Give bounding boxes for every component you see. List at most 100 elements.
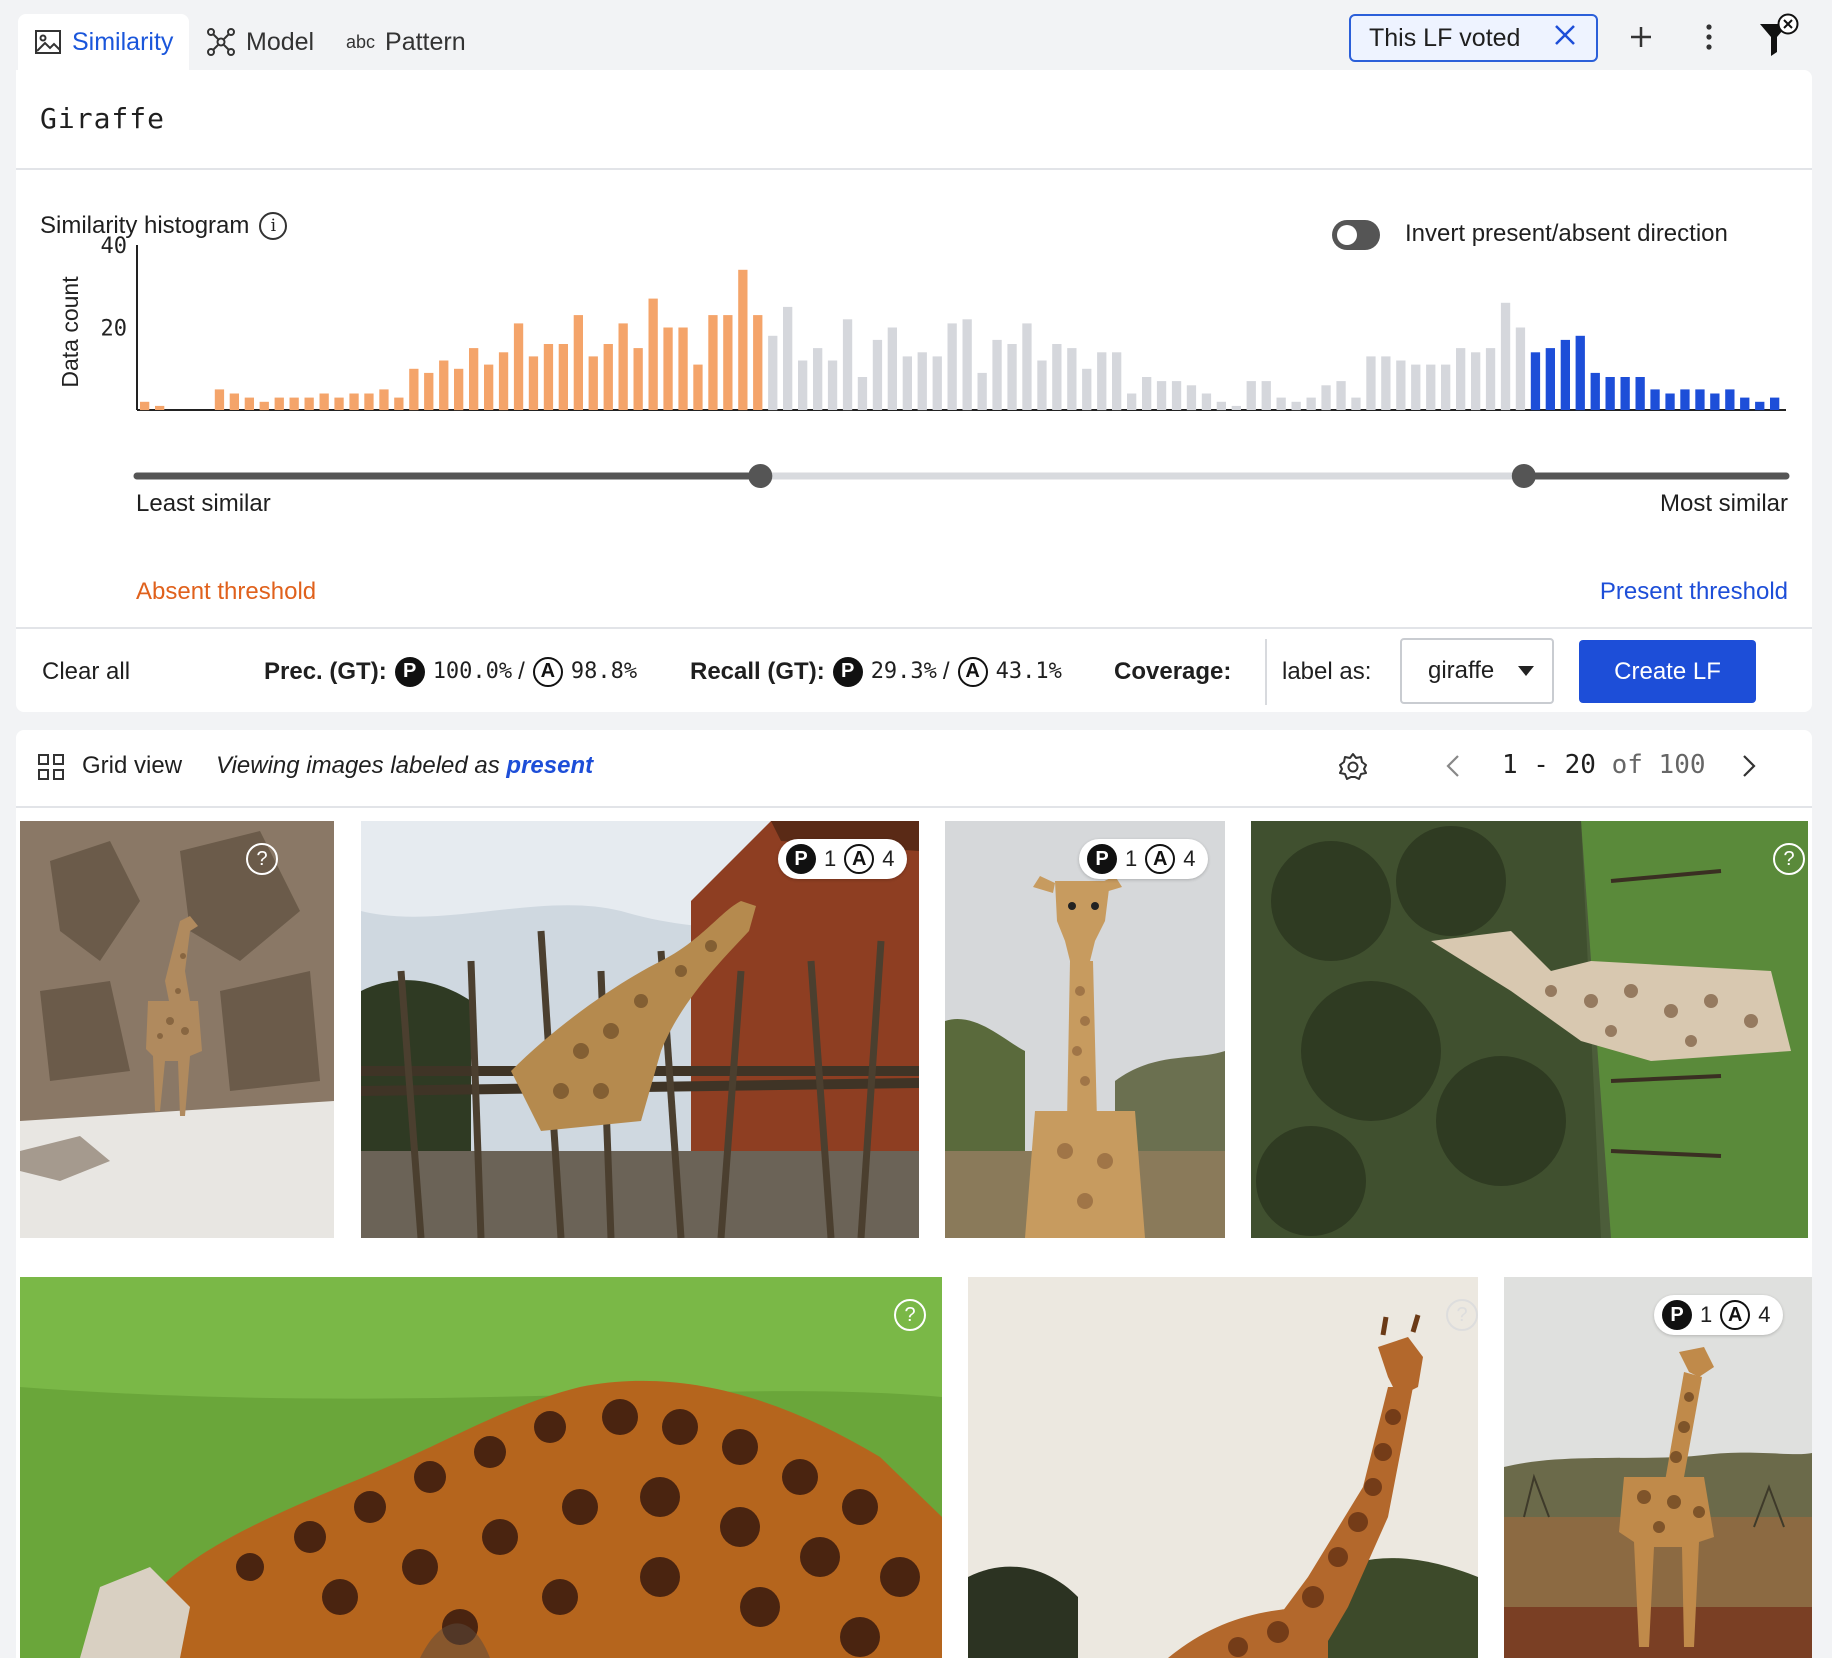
image-tile[interactable]: ? — [968, 1277, 1478, 1658]
histogram-bar — [513, 323, 524, 410]
histogram-bar — [1231, 405, 1241, 410]
histogram-bar — [1725, 389, 1735, 410]
histogram-bar — [1127, 393, 1137, 410]
histogram-bar — [454, 368, 464, 411]
absent-badge-icon: A — [1720, 1300, 1751, 1330]
image-tile[interactable]: P 1 A 4 — [945, 821, 1225, 1238]
histogram-bar — [827, 360, 838, 410]
viewing-status: Viewing images labeled as present — [216, 752, 593, 780]
histogram-bar — [259, 401, 269, 411]
histogram-bar — [498, 352, 509, 411]
image-tile[interactable]: ? — [1251, 821, 1808, 1238]
absent-badge-icon: A — [1145, 844, 1176, 874]
filter-chip-label: This LF voted — [1369, 23, 1521, 52]
label-as-text: label as: — [1282, 629, 1371, 714]
histogram-bar — [1605, 377, 1615, 410]
pager-range: 1 - 20 — [1502, 750, 1596, 780]
present-threshold-handle[interactable] — [1511, 464, 1536, 488]
histogram-bar — [214, 389, 225, 410]
histogram-bar — [1620, 377, 1630, 410]
histogram-bar — [304, 397, 314, 410]
add-icon[interactable] — [1626, 22, 1656, 52]
histogram-bar — [1530, 352, 1541, 411]
giraffe-barn-fence-image — [361, 821, 919, 1238]
histogram-bar — [1381, 356, 1391, 410]
histogram-bar — [917, 352, 927, 411]
absent-badge-icon: A — [957, 656, 988, 687]
histogram-bar — [528, 356, 539, 410]
chevron-right-icon[interactable] — [1742, 754, 1756, 778]
histogram-bar — [469, 348, 479, 410]
image-tile[interactable]: P 1 A 4 — [361, 821, 919, 1238]
histogram-bar — [947, 323, 957, 410]
tab-pattern[interactable]: abc Pattern — [330, 14, 482, 70]
help-circle-icon[interactable]: ? — [1446, 1299, 1478, 1331]
clear-all-button[interactable]: Clear all — [42, 629, 130, 714]
grid-card: Grid view Viewing images labeled as pres… — [16, 730, 1812, 1658]
absent-threshold-handle[interactable] — [748, 464, 773, 488]
histogram-bar — [244, 397, 254, 410]
histogram-bar — [1710, 393, 1720, 410]
absent-vote-count: 4 — [1183, 846, 1196, 871]
histogram-bar — [1276, 397, 1286, 410]
histogram-bar — [334, 397, 344, 410]
create-lf-button[interactable]: Create LF — [1579, 640, 1756, 703]
giraffe-neck-sky-image — [968, 1277, 1478, 1658]
histogram-bar — [1575, 335, 1585, 411]
image-tile[interactable]: ? — [20, 1277, 942, 1658]
help-circle-icon[interactable]: ? — [894, 1299, 926, 1331]
histogram-bar — [1306, 397, 1316, 410]
pager-of: of — [1611, 750, 1643, 780]
histogram-bar — [1396, 360, 1406, 410]
histogram-bar — [1351, 397, 1361, 410]
absent-vote-count: 4 — [882, 846, 895, 871]
histogram-bar — [289, 397, 299, 410]
present-badge-icon: P — [394, 656, 425, 687]
histogram-bar — [1261, 381, 1271, 410]
histogram-bar — [1022, 323, 1032, 410]
histogram-bar — [424, 372, 434, 410]
present-vote-count: 1 — [1700, 1302, 1713, 1327]
histogram-bar — [1471, 352, 1481, 411]
histogram-bar — [738, 269, 748, 411]
giraffe-grazing-closeup-image — [20, 1277, 942, 1658]
precision-absent-value: 98.8% — [570, 659, 638, 684]
chevron-left-icon[interactable] — [1446, 754, 1460, 778]
query-input[interactable]: Giraffe — [40, 102, 165, 135]
viewing-value: present — [506, 752, 594, 779]
viewing-prefix: Viewing images labeled as — [216, 752, 500, 779]
grid-view-icon[interactable] — [38, 754, 64, 780]
image-tile[interactable]: P 1 A 4 — [1504, 1277, 1812, 1658]
recall-label: Recall (GT): — [690, 657, 825, 685]
filter-chip[interactable]: This LF voted — [1349, 14, 1598, 62]
tab-model[interactable]: Model — [190, 14, 330, 70]
histogram-bar — [1156, 381, 1167, 410]
absent-badge-icon: A — [532, 656, 563, 687]
histogram-bar — [1650, 389, 1660, 410]
most-similar-label: Most similar — [1659, 490, 1788, 517]
histogram-bar — [1426, 364, 1436, 410]
label-select[interactable]: giraffe — [1400, 638, 1554, 704]
histogram-bar — [813, 348, 823, 410]
histogram-bar — [962, 319, 972, 411]
histogram-bar — [364, 393, 374, 410]
histogram-bar — [439, 360, 449, 410]
settings-gear-icon[interactable] — [1338, 752, 1368, 782]
histogram-bar — [992, 339, 1002, 410]
tab-similarity[interactable]: Similarity — [18, 14, 190, 70]
giraffe-rock-enclosure-image — [20, 821, 334, 1238]
histogram-bar — [1755, 401, 1765, 411]
image-tile[interactable]: ? — [20, 821, 334, 1238]
help-circle-icon[interactable]: ? — [246, 843, 278, 875]
abc-icon: abc — [346, 31, 376, 52]
histogram-bar — [394, 397, 404, 410]
precision-present-value: 100.0% — [432, 659, 513, 684]
clear-filter-icon[interactable] — [1758, 12, 1800, 58]
tab-label: Similarity — [72, 27, 174, 56]
close-icon[interactable] — [1554, 24, 1576, 53]
histogram-bar — [633, 348, 643, 410]
more-vertical-icon[interactable] — [1694, 22, 1724, 52]
pager-total: 100 — [1658, 750, 1706, 780]
help-circle-icon[interactable]: ? — [1773, 843, 1805, 875]
histogram-bar — [1411, 364, 1421, 410]
